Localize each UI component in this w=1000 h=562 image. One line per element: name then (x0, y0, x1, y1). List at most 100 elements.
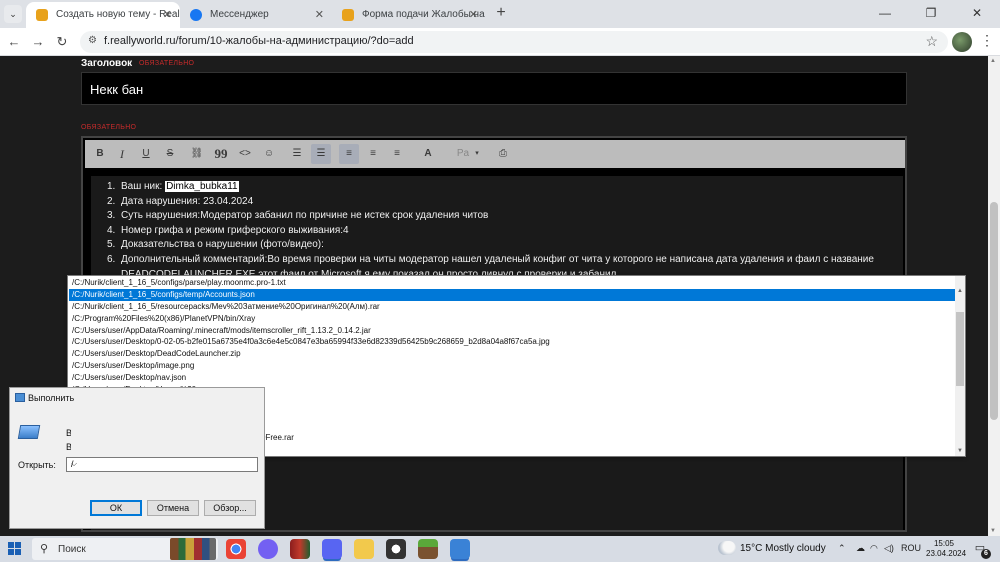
profile-avatar[interactable] (952, 32, 972, 52)
weather-text[interactable]: 15°C Mostly cloudy (740, 543, 826, 554)
window-close-button[interactable]: ✕ (954, 0, 1000, 28)
dialog-title: Выполнить (28, 393, 75, 403)
browse-button[interactable]: Обзор... (204, 500, 256, 516)
close-icon[interactable]: ✕ (163, 2, 172, 28)
cancel-button[interactable]: Отмена (147, 500, 199, 516)
clock[interactable]: 15:05 23.04.2024 (926, 539, 967, 559)
autocomplete-scrollbar[interactable]: ▲ ▼ (955, 276, 965, 456)
tab-create-topic[interactable]: Создать новую тему - ReallyW ✕ (26, 2, 180, 28)
scroll-up-icon[interactable]: ▲ (990, 58, 996, 64)
scroll-up-icon[interactable]: ▲ (957, 288, 963, 294)
maximize-button[interactable]: ❐ (908, 0, 954, 28)
page-scrollbar[interactable]: ▲ ▼ (988, 56, 1000, 536)
tab-messenger[interactable]: Мессенджер ✕ (180, 2, 332, 28)
viber-icon[interactable] (258, 539, 278, 559)
weather-icon[interactable] (718, 541, 736, 555)
tab-complaint-form[interactable]: Форма подачи Жалобы на Ад ✕ (332, 2, 486, 28)
autocomplete-item[interactable]: /C:/Nurik/client_1_16_5/configs/parse/pl… (69, 277, 955, 289)
list-item: 1. Ваш ник: Dimka_bubka11 (107, 181, 239, 192)
autocomplete-item-selected[interactable]: /C:/Nurik/client_1_16_5/configs/temp/Acc… (69, 288, 955, 301)
address-bar[interactable]: ⚙ f.reallyworld.ru/forum/10-жалобы-на-ад… (80, 31, 948, 53)
chevron-down-icon[interactable]: ⌵ (71, 459, 254, 469)
bold-icon[interactable]: B (93, 144, 107, 164)
autocomplete-item[interactable]: /C:/Nurik/client_1_16_5/resourcepacks/Me… (69, 301, 955, 313)
notification-icon[interactable]: ▭ 6 (972, 541, 991, 559)
date: 23.04.2024 (926, 549, 967, 558)
ok-button[interactable]: ОК (90, 500, 142, 516)
run-taskbar-icon[interactable] (450, 539, 470, 559)
language-indicator[interactable]: ROU (901, 543, 921, 553)
close-icon[interactable]: ✕ (315, 2, 324, 28)
minecraft-icon[interactable] (418, 539, 438, 559)
list-item: 4. Номер грифа и режим гриферского выжив… (107, 224, 349, 236)
chrome-icon[interactable] (226, 539, 246, 559)
align-right-icon[interactable]: ≡ (389, 144, 405, 164)
required-badge: ОБЯЗАТЕЛЬНО (139, 60, 195, 67)
run-large-icon (17, 425, 41, 439)
source-icon[interactable]: ⎙ (495, 144, 511, 164)
complaint-list: 1. Ваш ник: Dimka_bubka11 2. Дата наруше… (97, 180, 897, 282)
close-icon[interactable]: ✕ (469, 2, 478, 28)
back-button[interactable]: ← (4, 32, 24, 52)
browser-menu-icon[interactable]: ⋮ (980, 32, 994, 49)
autocomplete-item[interactable]: /C:/Users/user/Desktop/image.png (69, 360, 955, 372)
autocomplete-item[interactable]: /C:/Users/user/AppData/Roaming/.minecraf… (69, 325, 955, 337)
taskbar: ⚲ Поиск 15°C Mostly cloudy ⌃ ☁ ◠ ◁) ROU … (0, 536, 1000, 562)
open-label: Открыть: (18, 460, 56, 470)
search-highlight-icon[interactable] (170, 538, 216, 560)
numbered-list-icon[interactable]: ☰ (311, 144, 331, 164)
font-size-icon[interactable]: A (421, 144, 435, 164)
emoji-icon[interactable]: ☺ (261, 144, 277, 164)
tab-search-button[interactable]: ⌄ (4, 5, 22, 23)
underline-icon[interactable]: U (139, 144, 153, 164)
autocomplete-item[interactable]: /C:/Users/user/Desktop/nav.json (69, 372, 955, 384)
scrollbar-thumb[interactable] (956, 312, 964, 386)
strikethrough-icon[interactable]: S (163, 144, 177, 164)
reload-button[interactable]: ↻ (52, 32, 72, 52)
open-combobox[interactable]: / ⌵ (66, 457, 258, 472)
browser-tab-bar: ⌄ Создать новую тему - ReallyW ✕ Мессенд… (0, 0, 1000, 28)
new-tab-button[interactable]: + (492, 4, 510, 22)
code-icon[interactable]: <> (237, 144, 253, 164)
topic-title-input[interactable]: Некк бан (81, 72, 907, 105)
chevron-up-icon[interactable]: ⌃ (838, 543, 846, 554)
notification-count: 6 (981, 549, 991, 559)
dialog-description: В В (66, 428, 71, 452)
search-label: Поиск (58, 544, 86, 555)
align-left-icon[interactable]: ≡ (339, 144, 359, 164)
browser-toolbar: ← → ↻ ⚙ f.reallyworld.ru/forum/10-жалобы… (0, 28, 1000, 56)
nickname-value: Dimka_bubka11 (165, 181, 239, 192)
bookmark-star-icon[interactable]: ☆ (925, 33, 938, 50)
tab-title: Форма подачи Жалобы на Ад (362, 9, 486, 20)
volume-icon[interactable]: ◁) (884, 543, 894, 554)
winrar-icon[interactable] (290, 539, 310, 559)
discord-icon[interactable] (322, 539, 342, 559)
reallyworld-favicon-icon (342, 9, 354, 21)
bulleted-list-icon[interactable]: ☰ (289, 144, 305, 164)
quote-icon[interactable]: 99 (213, 144, 229, 164)
autocomplete-item[interactable]: /C:/Users/user/Desktop/0-02-05-b2fe015a6… (69, 336, 955, 348)
font-family-dropdown[interactable]: Pa (451, 144, 475, 164)
editor-toolbar: B I U S ⛓ 99 <> ☺ ☰ ☰ ≡ ≡ ≡ A Pa ▾ ⎙ (85, 140, 905, 168)
link-icon[interactable]: ⛓ (189, 144, 205, 164)
network-icon[interactable]: ☁ (856, 543, 865, 554)
scroll-down-icon[interactable]: ▼ (957, 448, 963, 454)
align-center-icon[interactable]: ≡ (365, 144, 381, 164)
reallyworld-favicon-icon (36, 9, 48, 21)
forward-button[interactable]: → (28, 32, 48, 52)
wifi-icon[interactable]: ◠ (870, 543, 878, 554)
windows-start-icon[interactable] (8, 542, 22, 556)
chevron-down-icon[interactable]: ▾ (473, 144, 481, 164)
autocomplete-item[interactable]: /C:/Program%20Files%20(x86)/PlanetVPN/bi… (69, 313, 955, 325)
scroll-down-icon[interactable]: ▼ (990, 528, 996, 534)
autocomplete-item[interactable]: /C:/Users/user/Desktop/DeadCodeLauncher.… (69, 348, 955, 360)
file-explorer-icon[interactable] (354, 539, 374, 559)
scrollbar-thumb[interactable] (990, 202, 998, 420)
tab-title: Мессенджер (210, 9, 269, 20)
site-settings-icon[interactable]: ⚙ (88, 35, 97, 46)
list-item: 2. Дата нарушения: 23.04.2024 (107, 195, 254, 207)
italic-icon[interactable]: I (115, 144, 129, 164)
minimize-button[interactable]: — (862, 0, 908, 28)
tab-title: Создать новую тему - ReallyW (56, 9, 180, 20)
app-icon[interactable] (386, 539, 406, 559)
